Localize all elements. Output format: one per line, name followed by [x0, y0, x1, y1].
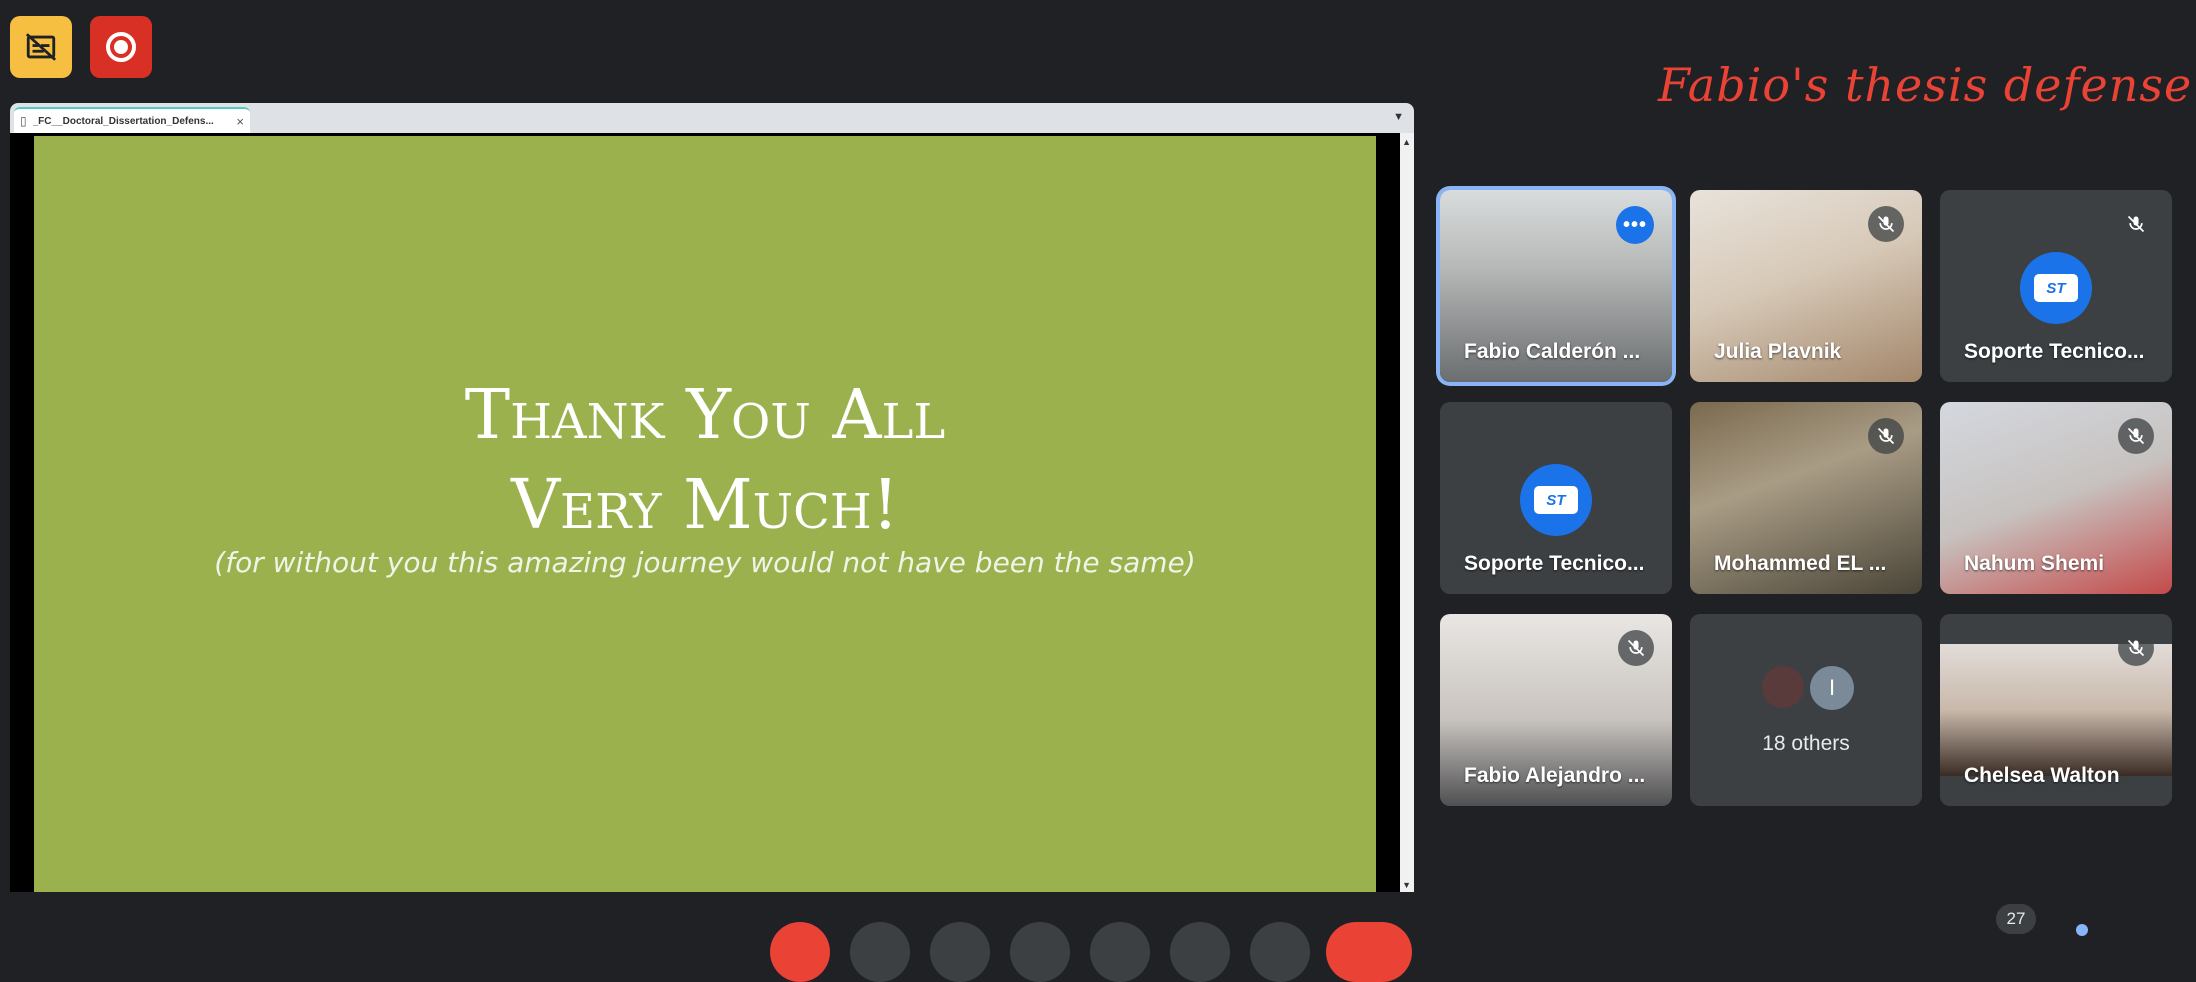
slide-subtitle: (for without you this amazing journey wo…	[214, 546, 1196, 579]
avatar: I	[1810, 666, 1854, 710]
captions-off-icon	[25, 33, 57, 61]
mic-off-icon	[1618, 630, 1654, 666]
others-label: 18 others	[1762, 732, 1850, 755]
mic-off-icon	[2118, 206, 2154, 242]
participant-name: Soporte Tecnico...	[1464, 552, 1645, 575]
scroll-up-icon[interactable]: ▲	[1402, 137, 1411, 147]
scroll-down-icon[interactable]: ▼	[1402, 880, 1411, 890]
participant-tile[interactable]: ST Soporte Tecnico...	[1940, 190, 2172, 382]
avatar	[1762, 666, 1804, 708]
participant-tile[interactable]: Mohammed EL ...	[1690, 402, 1922, 594]
pdf-tab-title: _FC__Doctoral_Dissertation_Defens...	[32, 115, 214, 127]
captions-button[interactable]	[930, 922, 990, 982]
participant-name: Chelsea Walton	[1964, 764, 2120, 787]
notification-dot	[2076, 924, 2088, 936]
mic-off-icon	[1868, 206, 1904, 242]
soporte-tecnico-logo: ST	[2020, 252, 2092, 324]
document-icon: ▯	[20, 114, 27, 128]
record-icon	[106, 32, 136, 62]
pdf-tab[interactable]: ▯ _FC__Doctoral_Dissertation_Defens... ×	[14, 107, 250, 133]
slide: Thank You All Very Much! (for without yo…	[34, 136, 1376, 892]
participant-name: Fabio Calderón ...	[1464, 340, 1641, 363]
participant-tile[interactable]: Fabio Alejandro ...	[1440, 614, 1672, 806]
raise-hand-button[interactable]	[1170, 922, 1230, 982]
participant-name: Soporte Tecnico...	[1964, 340, 2145, 363]
participant-name: Mohammed EL ...	[1714, 552, 1887, 575]
slide-heading-line1: Thank You All	[464, 376, 946, 455]
mic-off-icon	[2118, 418, 2154, 454]
participant-name: Julia Plavnik	[1714, 340, 1842, 363]
emoji-button[interactable]	[1010, 922, 1070, 982]
participant-tile[interactable]: Julia Plavnik	[1690, 190, 1922, 382]
pdf-tab-bar: ▯ _FC__Doctoral_Dissertation_Defens... ×…	[10, 103, 1414, 133]
slide-heading-line2: Very Much!	[510, 466, 900, 545]
captions-off-button[interactable]	[10, 16, 72, 78]
soporte-tecnico-logo: ST	[1520, 464, 1592, 536]
more-options-button[interactable]	[1250, 922, 1310, 982]
mic-off-icon	[2118, 630, 2154, 666]
participant-tile[interactable]: Chelsea Walton	[1940, 614, 2172, 806]
scrollbar[interactable]	[1400, 133, 1414, 892]
participant-tile[interactable]: Nahum Shemi	[1940, 402, 2172, 594]
meeting-title: Fabio's thesis defense	[1658, 58, 2193, 112]
mic-button[interactable]	[770, 922, 830, 982]
more-options-icon[interactable]: •••	[1616, 206, 1654, 244]
mic-off-icon	[1868, 418, 1904, 454]
present-button[interactable]	[1090, 922, 1150, 982]
camera-button[interactable]	[850, 922, 910, 982]
chevron-down-icon[interactable]: ▼	[1393, 111, 1404, 123]
participant-name: Fabio Alejandro ...	[1464, 764, 1646, 787]
participant-tile[interactable]: ••• Fabio Calderón ...	[1440, 190, 1672, 382]
leave-call-button[interactable]	[1326, 922, 1412, 982]
others-avatars: I	[1762, 666, 1854, 710]
participant-count-badge: 27	[1996, 904, 2036, 934]
others-tile[interactable]: I 18 others	[1690, 614, 1922, 806]
participant-tile[interactable]: ST Soporte Tecnico...	[1440, 402, 1672, 594]
close-tab-icon[interactable]: ×	[236, 114, 244, 129]
participant-name: Nahum Shemi	[1964, 552, 2105, 575]
presentation-view: ▯ _FC__Doctoral_Dissertation_Defens... ×…	[10, 103, 1414, 892]
recording-button[interactable]	[90, 16, 152, 78]
